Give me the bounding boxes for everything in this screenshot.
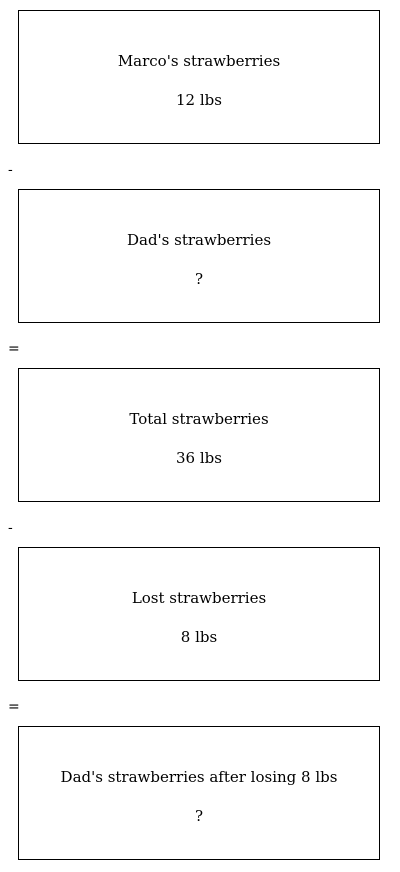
box-label: Total strawberries: [129, 410, 269, 428]
box-value: 8 lbs: [180, 628, 218, 646]
dads-strawberries-box: Dad's strawberries ?: [18, 189, 380, 323]
box-label: Marco's strawberries: [117, 52, 281, 70]
equals-operator: =: [8, 341, 20, 357]
box-value: 12 lbs: [176, 91, 222, 109]
box-label: Lost strawberries: [131, 589, 267, 607]
box-value: 36 lbs: [176, 449, 222, 467]
lost-strawberries-box: Lost strawberries 8 lbs: [18, 547, 380, 681]
box-value: ?: [194, 807, 204, 825]
equals-operator: =: [8, 699, 20, 715]
box-value: ?: [194, 270, 204, 288]
box-label: Dad's strawberries: [126, 231, 272, 249]
dads-strawberries-after-loss-box: Dad's strawberries after losing 8 lbs ?: [18, 726, 380, 860]
minus-operator: -: [8, 520, 13, 536]
minus-operator: -: [8, 162, 13, 178]
marcos-strawberries-box: Marco's strawberries 12 lbs: [18, 10, 380, 144]
box-label: Dad's strawberries after losing 8 lbs: [60, 768, 338, 786]
total-strawberries-box: Total strawberries 36 lbs: [18, 368, 380, 502]
